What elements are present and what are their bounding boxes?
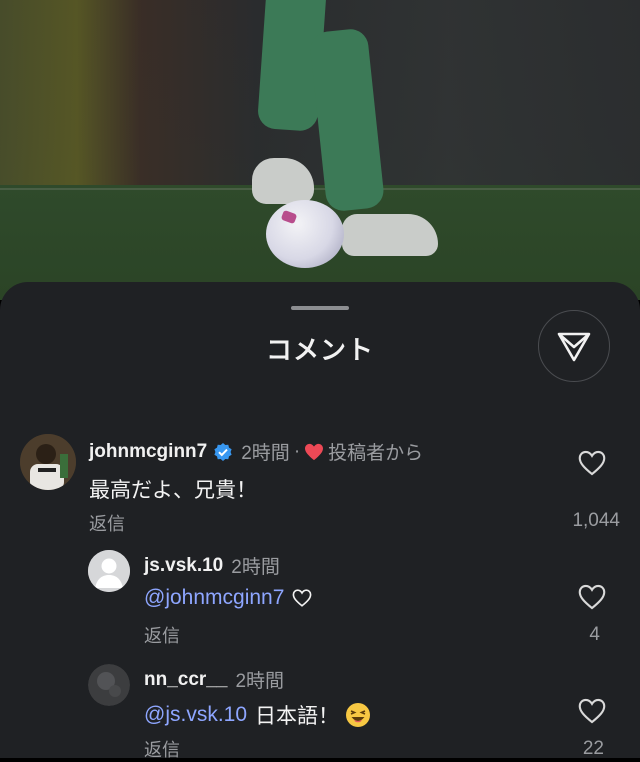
player-shoe-right xyxy=(342,214,438,256)
comment-username[interactable]: johnmcginn7 xyxy=(89,441,207,463)
like-icon[interactable] xyxy=(578,450,606,476)
send-icon xyxy=(557,332,591,362)
mention-link[interactable]: @johnmcginn7 xyxy=(144,586,284,610)
comment-username[interactable]: nn_ccr__ xyxy=(144,669,227,691)
share-button[interactable] xyxy=(538,310,610,382)
reply-button[interactable]: 返信 xyxy=(89,510,125,536)
comment-username[interactable]: js.vsk.10 xyxy=(144,555,223,577)
separator-dot: · xyxy=(293,440,301,462)
comment-text: 日本語！ xyxy=(255,705,340,728)
avatar[interactable] xyxy=(20,434,76,490)
post-media xyxy=(0,0,640,300)
comment-text: 最高だよ、兄貴！ xyxy=(89,479,257,502)
laughing-emoji xyxy=(346,703,371,727)
reply-button[interactable]: 返信 xyxy=(144,736,180,762)
mention-link[interactable]: @js.vsk.10 xyxy=(144,703,247,727)
like-count: 22 xyxy=(582,738,604,759)
heart-icon xyxy=(305,443,324,460)
reply-button[interactable]: 返信 xyxy=(144,622,180,648)
profile-photo xyxy=(20,434,76,490)
creator-badge: 投稿者から xyxy=(328,443,424,464)
comment-time: 2時間 xyxy=(231,557,280,578)
white-heart-icon xyxy=(292,589,312,607)
avatar[interactable] xyxy=(88,550,130,592)
avatar[interactable] xyxy=(88,664,130,706)
comments-sheet: コメント johnmcginn7 2時間 · 投稿者から 最高だよ、兄貴！ 返信… xyxy=(0,282,640,760)
like-icon[interactable] xyxy=(578,584,606,610)
default-avatar-icon xyxy=(88,550,130,592)
sheet-drag-handle[interactable] xyxy=(291,306,349,310)
profile-photo xyxy=(88,664,130,706)
like-count: 4 xyxy=(589,624,600,645)
pitch-line xyxy=(0,188,640,190)
soccer-ball xyxy=(266,200,344,268)
like-count: 1,044 xyxy=(572,510,620,531)
verified-icon xyxy=(214,442,232,461)
comment-time: 2時間 xyxy=(235,671,285,692)
like-icon[interactable] xyxy=(578,698,606,724)
comment-time: 2時間 xyxy=(241,443,290,464)
